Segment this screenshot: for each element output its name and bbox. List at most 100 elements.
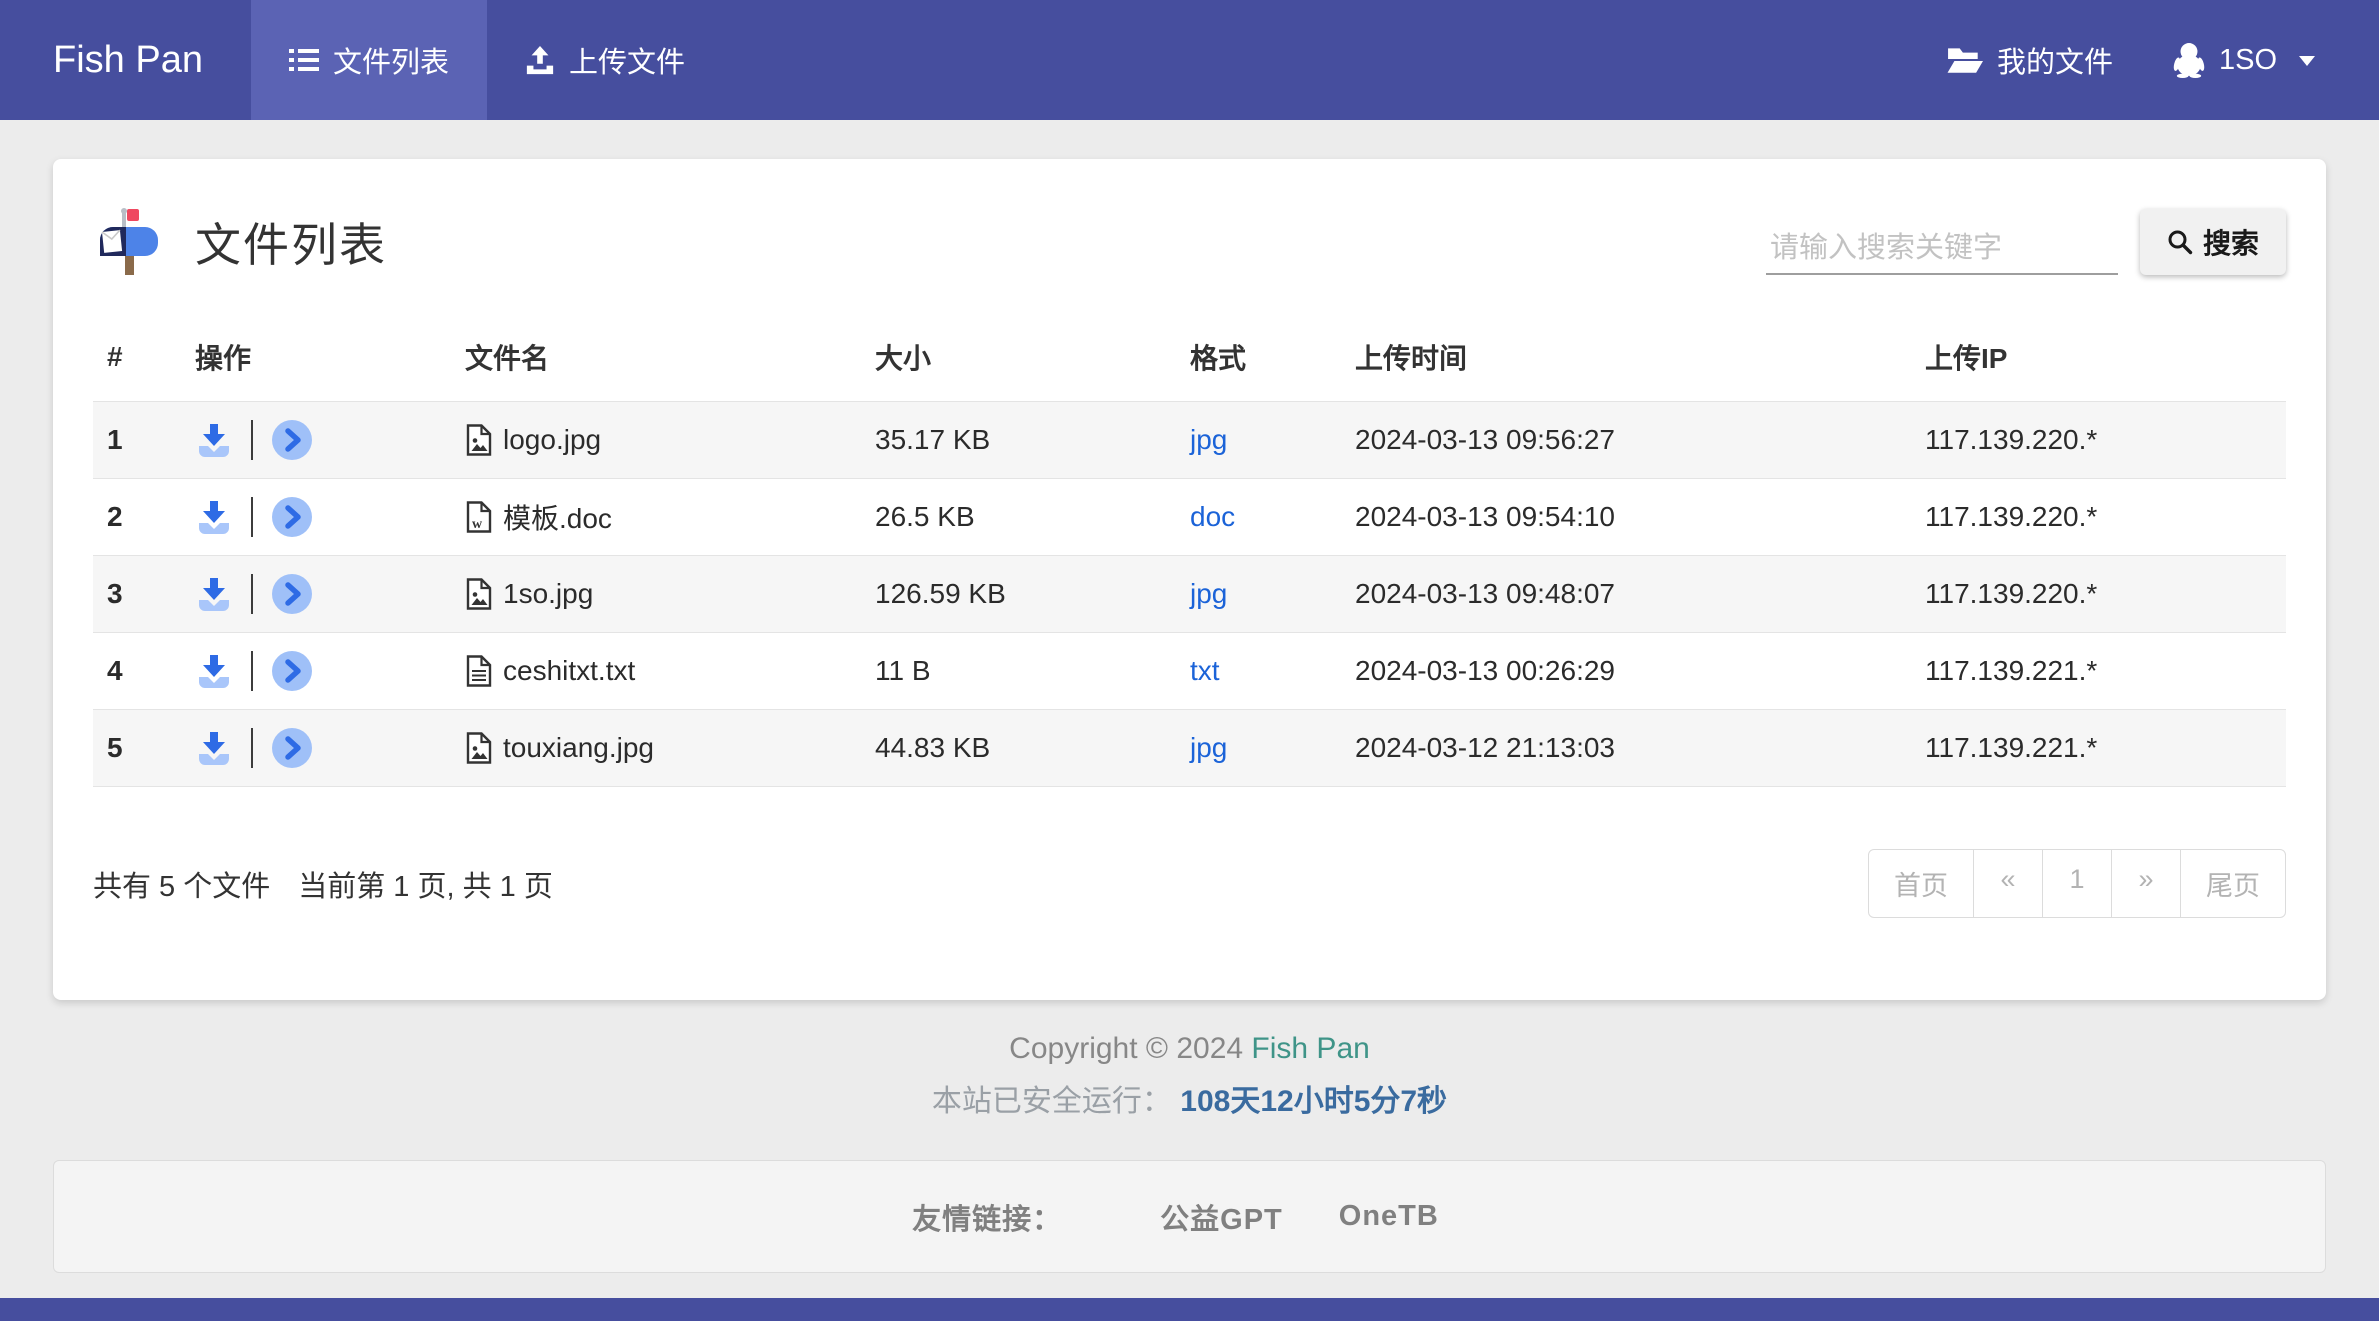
- file-name: logo.jpg: [503, 424, 602, 455]
- pagination-page-1[interactable]: 1: [2042, 849, 2112, 918]
- row-actions: [195, 650, 465, 692]
- upload-icon: [525, 45, 555, 75]
- friend-link-onetb[interactable]: OneTB: [1339, 1200, 1439, 1233]
- row-actions: [195, 419, 465, 461]
- card-footer: 共有 5 个文件 当前第 1 页, 共 1 页 首页 « 1 » 尾页: [93, 849, 2286, 918]
- table-row: 5 touxiang.jpg 44.83 KB jpg 2024-03-12 21:13…: [93, 709, 2286, 787]
- upload-ip: 117.139.221.*: [1925, 655, 2098, 686]
- friend-link-gpt[interactable]: 公益GPT: [1160, 1196, 1283, 1238]
- upload-time: 2024-03-12 21:13:03: [1355, 732, 1615, 763]
- uptime-line: 本站已安全运行： 108天12小时5分7秒: [0, 1076, 2379, 1120]
- file-size: 26.5 KB: [875, 501, 975, 532]
- table-row: 1 logo.jpg 35.17 KB jpg 2024-03-13 09:56:27 1…: [93, 401, 2286, 479]
- pagination-last[interactable]: 尾页: [2180, 849, 2286, 918]
- card-header: 文件列表 搜索: [93, 205, 2286, 279]
- pagination-prev[interactable]: «: [1973, 849, 2043, 918]
- copyright-line: Copyright © 2024 Fish Pan: [0, 1032, 2379, 1066]
- format-link[interactable]: doc: [1190, 501, 1235, 532]
- open-button[interactable]: [271, 650, 313, 692]
- format-link[interactable]: jpg: [1190, 732, 1227, 763]
- format-link[interactable]: jpg: [1190, 424, 1227, 455]
- copyright-text: Copyright © 2024: [1009, 1032, 1252, 1065]
- uptime-label: 本站已安全运行：: [931, 1085, 1172, 1118]
- row-index: 2: [107, 501, 123, 532]
- list-summary: 共有 5 个文件 当前第 1 页, 共 1 页: [93, 863, 553, 905]
- user-dropdown[interactable]: 1SO: [2173, 42, 2315, 78]
- action-divider: [251, 651, 253, 691]
- open-button[interactable]: [271, 496, 313, 538]
- file-table: # 操作 文件名 大小 格式 上传时间 上传IP 1 logo.jpg 35.17 …: [93, 313, 2286, 787]
- uptime-value: 108天12小时5分7秒: [1180, 1085, 1448, 1118]
- username: 1SO: [2218, 43, 2277, 76]
- caret-down-icon: [2299, 56, 2315, 74]
- upload-ip: 117.139.220.*: [1925, 501, 2098, 532]
- open-button[interactable]: [271, 419, 313, 461]
- friend-links-box: 友情链接： 公益GPT OneTB: [53, 1160, 2326, 1273]
- file-text-icon: [465, 655, 493, 687]
- download-button[interactable]: [195, 652, 233, 690]
- navbar: Fish Pan 文件列表 上传文件 我的文件 1SO: [0, 0, 2379, 120]
- row-index: 5: [107, 732, 123, 763]
- title-wrap: 文件列表: [93, 205, 387, 279]
- search-button-label: 搜索: [2202, 228, 2259, 259]
- download-button[interactable]: [195, 575, 233, 613]
- download-button[interactable]: [195, 421, 233, 459]
- open-button[interactable]: [271, 573, 313, 615]
- file-name: touxiang.jpg: [503, 732, 655, 763]
- upload-time: 2024-03-13 00:26:29: [1355, 655, 1615, 686]
- search-input[interactable]: [1765, 224, 2118, 275]
- file-size: 44.83 KB: [875, 732, 991, 763]
- tab-file-list-label: 文件列表: [332, 47, 449, 79]
- col-upload-time: 上传时间: [1355, 343, 1468, 374]
- folder-open-icon: [1947, 45, 1983, 75]
- mailbox-icon: [93, 205, 165, 279]
- row-actions: [195, 727, 465, 769]
- tab-file-list[interactable]: 文件列表: [250, 0, 487, 120]
- bottom-bar: [0, 1298, 2379, 1321]
- table-row: 3 1so.jpg 126.59 KB jpg 2024-03-13 09:48:07 1…: [93, 555, 2286, 633]
- file-name: 1so.jpg: [503, 578, 594, 609]
- search-button[interactable]: 搜索: [2139, 209, 2286, 275]
- col-upload-ip: 上传IP: [1925, 343, 2008, 374]
- friend-links-label: 友情链接：: [912, 1203, 1063, 1236]
- footer-brand-link[interactable]: Fish Pan: [1251, 1032, 1369, 1065]
- list-icon: [288, 47, 319, 73]
- action-divider: [251, 728, 253, 768]
- file-name-cell: logo.jpg: [465, 424, 875, 456]
- col-size: 大小: [875, 343, 932, 374]
- col-filename: 文件名: [465, 343, 550, 374]
- search-icon: [2167, 229, 2193, 255]
- file-image-icon: [465, 424, 493, 456]
- action-divider: [251, 497, 253, 537]
- col-format: 格式: [1190, 343, 1247, 374]
- format-link[interactable]: txt: [1190, 655, 1220, 686]
- tab-upload[interactable]: 上传文件: [487, 0, 723, 120]
- action-divider: [251, 420, 253, 460]
- file-size: 35.17 KB: [875, 424, 991, 455]
- my-files-link[interactable]: 我的文件: [1947, 39, 2113, 81]
- upload-ip: 117.139.220.*: [1925, 424, 2098, 455]
- row-actions: [195, 496, 465, 538]
- action-divider: [251, 574, 253, 614]
- table-header-row: # 操作 文件名 大小 格式 上传时间 上传IP: [93, 313, 2286, 402]
- col-index: #: [107, 341, 123, 372]
- row-actions: [195, 573, 465, 615]
- navbar-right: 我的文件 1SO: [1947, 0, 2379, 120]
- my-files-label: 我的文件: [1996, 47, 2113, 79]
- search-wrap: 搜索: [1765, 209, 2286, 275]
- download-button[interactable]: [195, 498, 233, 536]
- upload-time: 2024-03-13 09:54:10: [1355, 501, 1615, 532]
- file-size: 11 B: [875, 655, 931, 686]
- file-size: 126.59 KB: [875, 578, 1006, 609]
- row-index: 1: [107, 424, 123, 455]
- table-row: 2 w 模板.doc 26.5 KB doc 2024-03-13 09:54:10 117…: [93, 478, 2286, 556]
- open-button[interactable]: [271, 727, 313, 769]
- file-name-cell: 1so.jpg: [465, 578, 875, 610]
- pagination-next[interactable]: »: [2111, 849, 2181, 918]
- pagination-first[interactable]: 首页: [1868, 849, 1974, 918]
- upload-time: 2024-03-13 09:56:27: [1355, 424, 1615, 455]
- brand-logo[interactable]: Fish Pan: [0, 0, 251, 120]
- table-body: 1 logo.jpg 35.17 KB jpg 2024-03-13 09:56:27 1…: [93, 401, 2286, 787]
- download-button[interactable]: [195, 729, 233, 767]
- format-link[interactable]: jpg: [1190, 578, 1227, 609]
